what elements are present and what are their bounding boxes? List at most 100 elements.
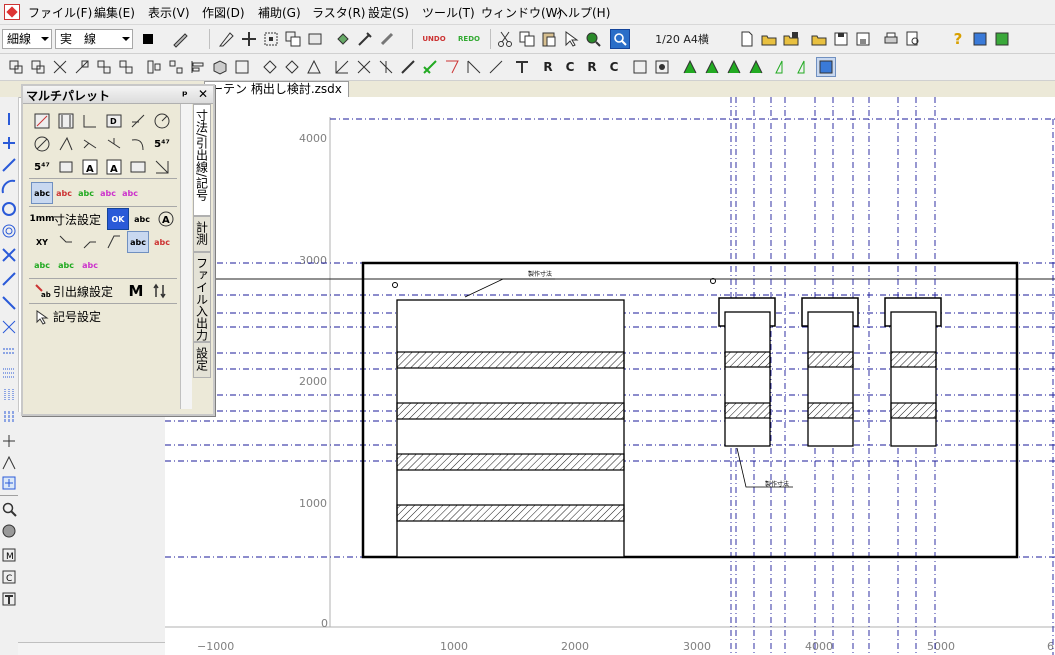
m-button[interactable]: M [125, 280, 147, 302]
menu-assist[interactable]: 補助(G) [258, 4, 301, 21]
arrow-up-down-icon[interactable] [149, 280, 171, 302]
document-tab[interactable]: ーテン 柄出し検討.zsdx [204, 81, 349, 98]
text-dim-icon[interactable] [55, 156, 77, 178]
vertical-line-icon[interactable] [1, 111, 17, 127]
horizontal-scrollbar[interactable] [18, 642, 165, 655]
grid-dots-icon[interactable] [1, 365, 17, 381]
align-tool-1-icon[interactable] [144, 57, 164, 77]
ok-button[interactable]: OK [107, 208, 129, 230]
menu-window[interactable]: ウィンドウ(W) [481, 4, 562, 21]
undo-button[interactable]: UNDO [420, 29, 448, 49]
palette-scrollbar[interactable] [180, 104, 192, 409]
open-folder-icon[interactable] [759, 29, 779, 49]
abc-leader-4-button[interactable]: abc [55, 254, 77, 276]
menu-view[interactable]: 表示(V) [148, 4, 190, 21]
pattern-tool-3-icon[interactable] [724, 57, 744, 77]
scale-icon[interactable] [1, 475, 17, 491]
text-a-icon[interactable]: A [79, 156, 101, 178]
text-a-circle-icon[interactable]: A [155, 208, 177, 230]
shape-tool-6-icon[interactable] [116, 57, 136, 77]
magnify-icon[interactable] [1, 501, 17, 517]
new-file-icon[interactable] [737, 29, 757, 49]
arc-leader-icon[interactable] [127, 133, 149, 155]
align-tool-2-icon[interactable] [166, 57, 186, 77]
tab-measure[interactable]: 計測 [193, 216, 211, 252]
shape-tool-5-icon[interactable] [94, 57, 114, 77]
leader-setting-label[interactable]: 引出線設定 [53, 283, 113, 300]
hatch-icon[interactable] [1, 343, 17, 359]
arrow-tool-icon[interactable] [151, 156, 173, 178]
symbol-setting-label[interactable]: 記号設定 [53, 308, 101, 325]
abc-style-5-button[interactable]: abc [119, 182, 141, 204]
text-t-icon[interactable] [1, 591, 17, 607]
multi-palette[interactable]: マルチパレット ᵖ ✕ D 5⁴⁷ 5⁴⁷ A A abc abc abc ab… [21, 84, 215, 416]
line-tool-4-icon[interactable] [398, 57, 418, 77]
line-type-select[interactable]: 実 線 [55, 29, 133, 49]
save-icon[interactable] [831, 29, 851, 49]
menu-settings[interactable]: 設定(S) [368, 4, 409, 21]
3d-box-icon[interactable] [210, 57, 230, 77]
abc-edit-icon[interactable]: abc [131, 208, 153, 230]
line-tool-6-icon[interactable] [442, 57, 462, 77]
line-tool-3-icon[interactable] [376, 57, 396, 77]
snap-grid-icon[interactable] [239, 29, 259, 49]
menu-help[interactable]: ヘルプ(H) [556, 4, 610, 21]
shape-tool-4-icon[interactable] [72, 57, 92, 77]
zoom-icon[interactable] [583, 29, 603, 49]
context-help-icon[interactable] [970, 29, 990, 49]
abc-leader-5-button[interactable]: abc [79, 254, 101, 276]
number-dim-2-icon[interactable]: 5⁴⁷ [31, 156, 53, 178]
cross-icon[interactable] [1, 135, 17, 151]
abc-style-4-button[interactable]: abc [97, 182, 119, 204]
transform-tool-3-icon[interactable] [304, 57, 324, 77]
print-icon[interactable] [881, 29, 901, 49]
tab-settings[interactable]: 設定 [193, 342, 211, 378]
pin-icon[interactable]: ᵖ [179, 87, 191, 102]
leader-4-icon[interactable] [79, 231, 101, 253]
raster-tool-1-icon[interactable]: R [538, 57, 558, 77]
pan-icon[interactable] [1, 523, 17, 539]
dim-tool-2-icon[interactable] [794, 57, 814, 77]
abc-leader-3-button[interactable]: abc [31, 254, 53, 276]
text-a2-icon[interactable]: A [103, 156, 125, 178]
diagonal-icon[interactable] [1, 157, 17, 173]
line-tool-7-icon[interactable] [464, 57, 484, 77]
xy-icon[interactable]: XY [31, 231, 53, 253]
tab-file-io[interactable]: ファイル入出力 [193, 252, 211, 342]
drawing-canvas[interactable]: 4000 3000 2000 1000 0 −1000 1000 2000 30… [165, 97, 1055, 655]
pointer-icon[interactable] [561, 29, 581, 49]
abc-style-1-button[interactable]: abc [31, 182, 53, 204]
transform-tool-2-icon[interactable] [282, 57, 302, 77]
dim-tool-a-icon[interactable] [31, 110, 53, 132]
layer-m-icon[interactable]: M [1, 547, 17, 563]
dim-tool-3-icon[interactable] [816, 57, 836, 77]
line-width-select[interactable]: 細線 [2, 29, 52, 49]
lock-folder-icon[interactable] [809, 29, 829, 49]
radius-dim-icon[interactable] [31, 133, 53, 155]
shape-tool-1-icon[interactable] [6, 57, 26, 77]
menu-file[interactable]: ファイル(F) [28, 4, 92, 21]
search-icon[interactable] [610, 29, 630, 49]
pen-icon[interactable] [170, 29, 190, 49]
abc-style-3-button[interactable]: abc [75, 182, 97, 204]
pattern-tool-1-icon[interactable] [680, 57, 700, 77]
number-dim-icon[interactable]: 5⁴⁷ [151, 133, 173, 155]
menu-draw[interactable]: 作図(D) [202, 4, 245, 21]
cut-icon[interactable] [495, 29, 515, 49]
layer-c-icon[interactable]: C [1, 569, 17, 585]
paint-bucket-icon[interactable] [333, 29, 353, 49]
eyedropper-icon[interactable] [355, 29, 375, 49]
dim-tool-1-icon[interactable] [772, 57, 792, 77]
transform-tool-1-icon[interactable] [260, 57, 280, 77]
arc-icon[interactable] [1, 179, 17, 195]
redo-button[interactable]: REDO [455, 29, 483, 49]
leader-tool-2-icon[interactable] [103, 133, 125, 155]
abc-leader-1-button[interactable]: abc [127, 231, 149, 253]
symbol-setting-icon[interactable] [31, 306, 53, 328]
menu-edit[interactable]: 編集(E) [94, 4, 135, 21]
copy-icon[interactable] [517, 29, 537, 49]
leader-tool-1-icon[interactable] [79, 133, 101, 155]
line-tool-2-icon[interactable] [354, 57, 374, 77]
tab-dimension[interactable]: 寸法/引出線/記号 [193, 104, 211, 216]
app-icon[interactable] [4, 4, 20, 20]
